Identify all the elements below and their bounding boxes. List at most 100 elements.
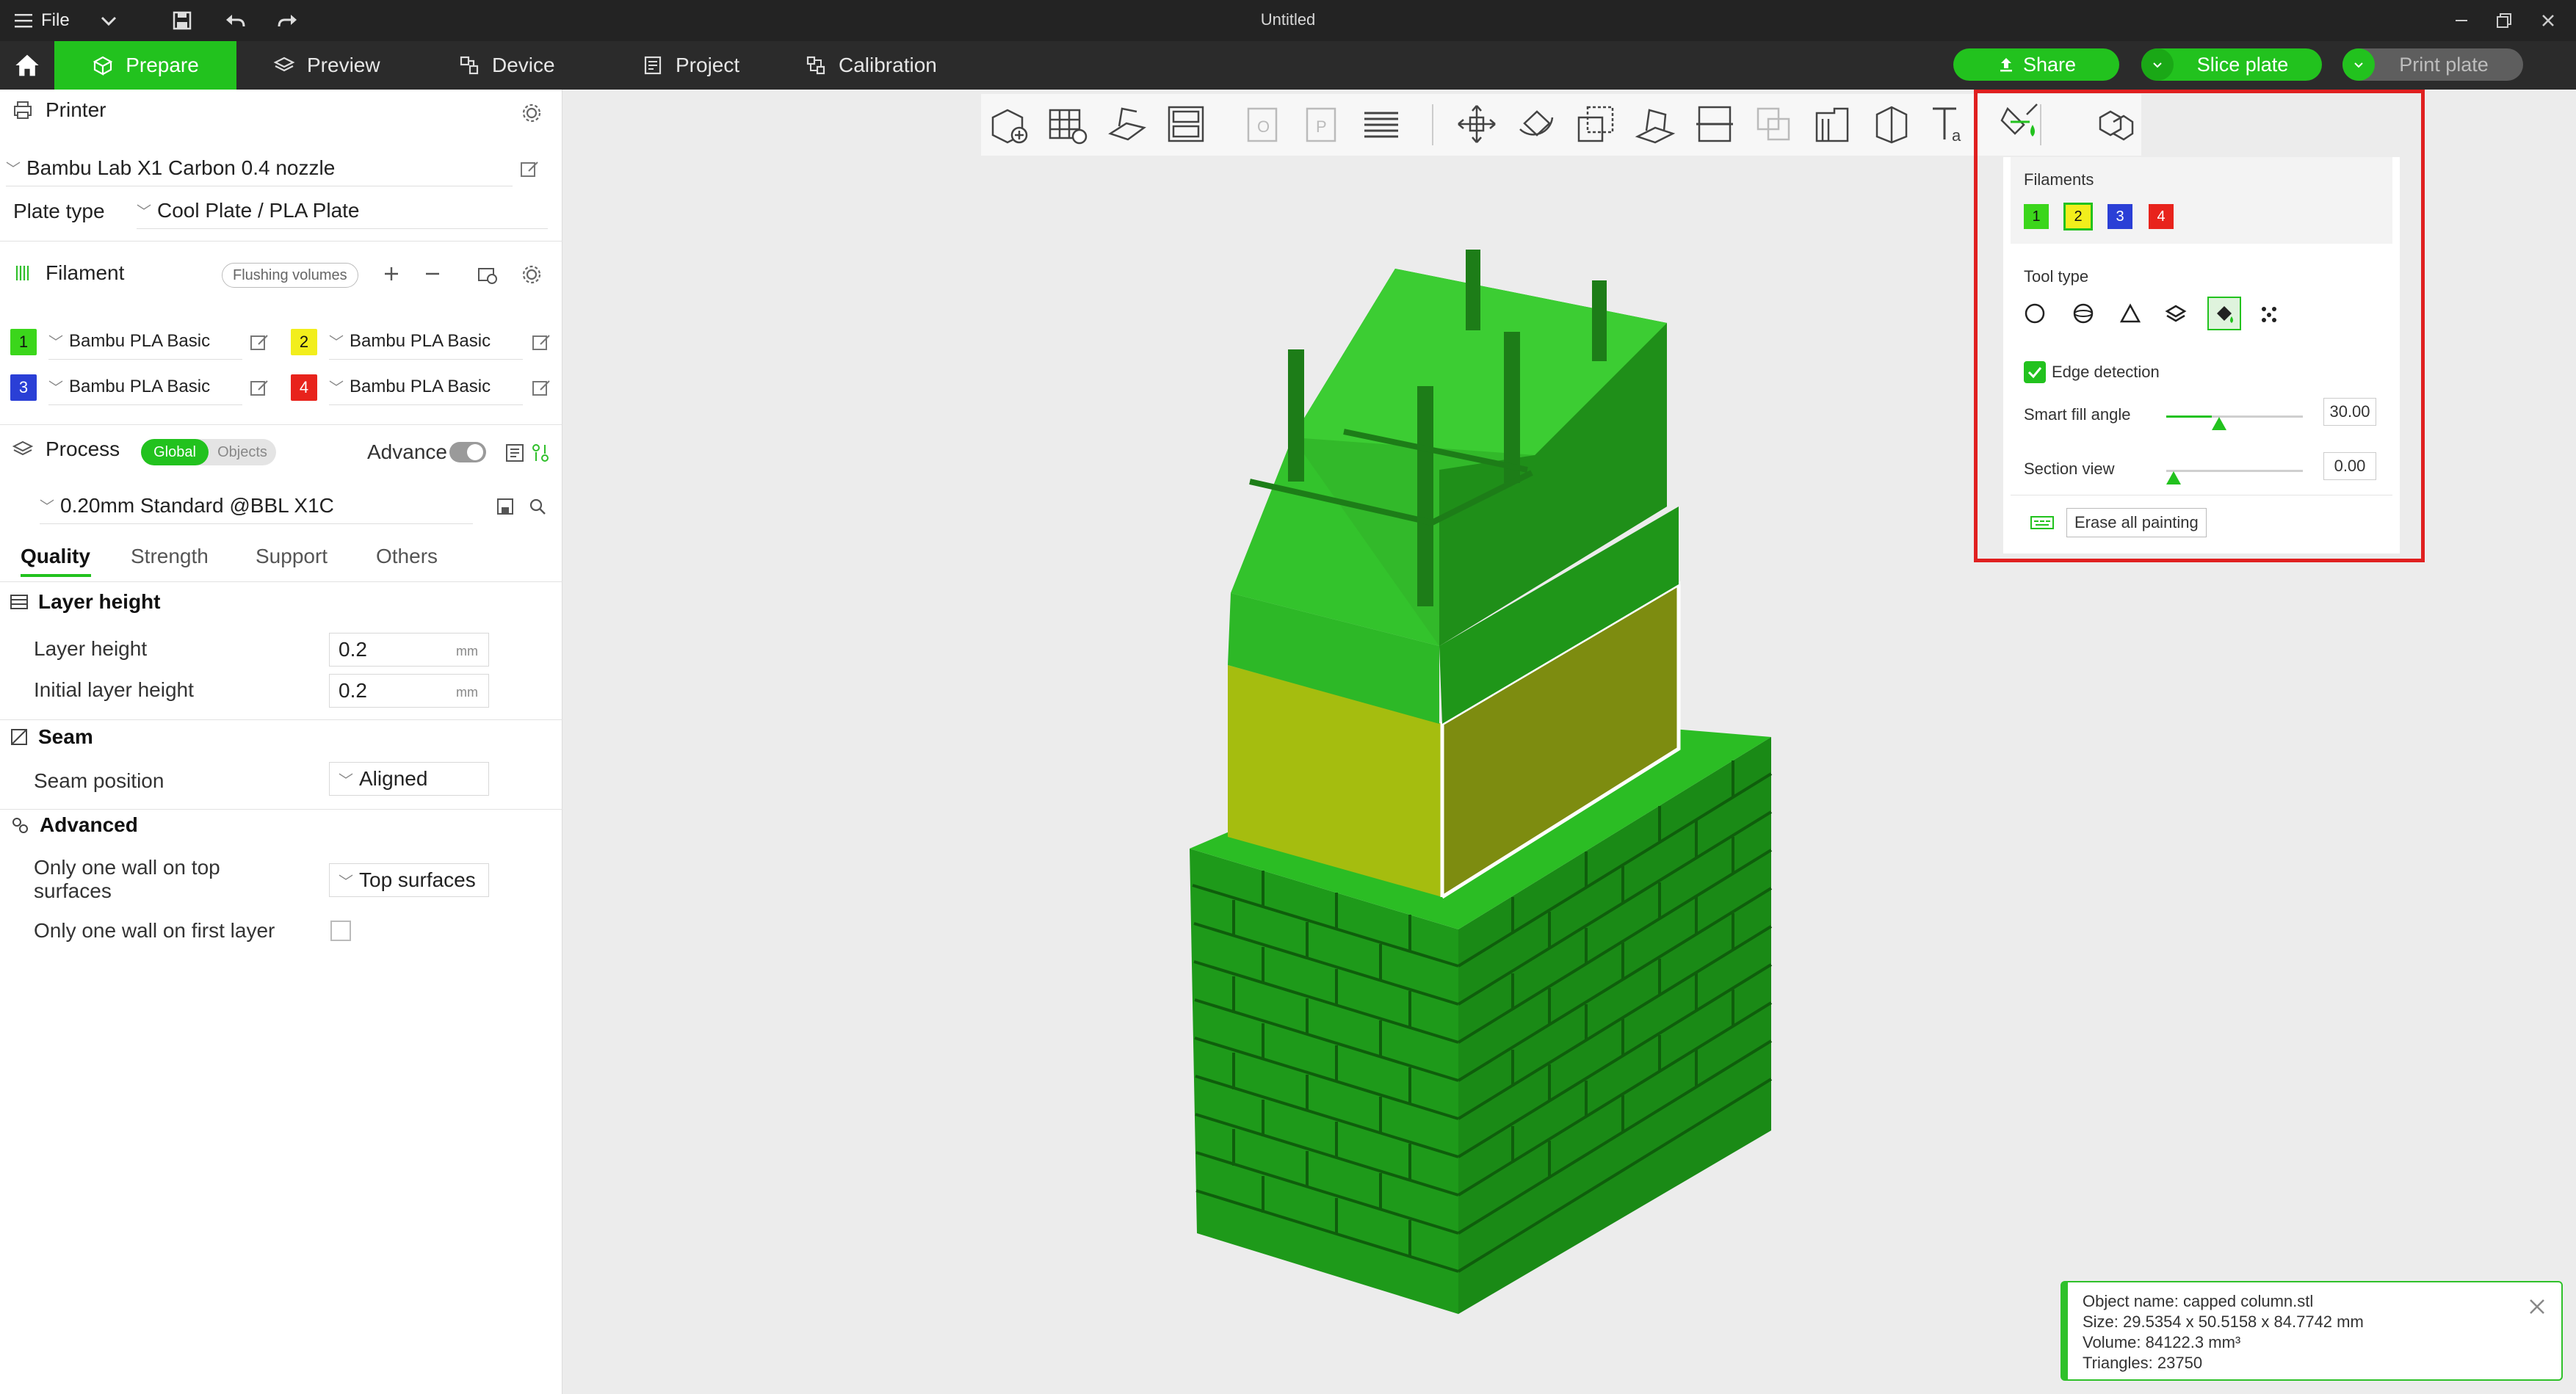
plate-type-select[interactable]: ﹀ Cool Plate / PLA Plate — [137, 192, 548, 229]
tab-strength[interactable]: Strength — [131, 545, 209, 568]
plate-type-value: Cool Plate / PLA Plate — [157, 198, 360, 222]
tab-calibration[interactable]: Calibration — [805, 41, 937, 90]
undo-icon[interactable] — [222, 7, 248, 34]
one-wall-first-checkbox[interactable] — [330, 921, 351, 941]
gear-icon[interactable] — [520, 101, 543, 125]
auto-orient-icon[interactable] — [1104, 101, 1150, 147]
advance-label: Advance — [367, 440, 447, 463]
arrange-icon[interactable] — [1163, 101, 1209, 147]
filament-section-header: Filament — [12, 261, 124, 285]
one-wall-top-label-line2: surfaces — [34, 879, 112, 902]
save-icon[interactable] — [495, 496, 515, 517]
split-parts-icon[interactable]: P — [1298, 101, 1344, 147]
file-menu-label: File — [41, 10, 70, 30]
tab-prepare[interactable]: Prepare — [54, 41, 236, 90]
edit-icon[interactable] — [530, 377, 552, 399]
print-label: Print plate — [2399, 53, 2489, 76]
filament-select-3[interactable]: ﹀ Bambu PLA Basic — [48, 369, 242, 405]
filament-section-title: Filament — [46, 261, 125, 284]
advance-toggle[interactable] — [449, 442, 486, 462]
edit-icon[interactable] — [248, 332, 270, 354]
filament-slot-4[interactable]: 4 — [291, 374, 317, 401]
tab-quality[interactable]: Quality — [21, 545, 90, 568]
slice-dropdown[interactable] — [2141, 48, 2174, 81]
edit-icon[interactable] — [518, 159, 540, 181]
file-menu-button[interactable]: File — [15, 7, 70, 34]
global-option[interactable]: Global — [141, 439, 209, 465]
print-dropdown[interactable] — [2342, 48, 2375, 81]
chevron-down-icon: ﹀ — [48, 335, 63, 351]
add-object-icon[interactable] — [985, 101, 1031, 147]
layers-editing-icon[interactable] — [1358, 101, 1404, 147]
compare-icon[interactable] — [530, 442, 551, 464]
object-volume-line: Volume: 84122.3 mm³ — [2083, 1333, 2241, 1351]
print-plate-button[interactable]: Print plate — [2342, 48, 2523, 81]
move-icon[interactable] — [1454, 101, 1499, 147]
remove-icon[interactable] — [422, 263, 444, 285]
plate-type-label: Plate type — [13, 200, 105, 222]
filament-slot-2[interactable]: 2 — [291, 329, 317, 355]
save-icon[interactable] — [169, 7, 195, 34]
initial-layer-height-input[interactable]: 0.2 mm — [329, 674, 489, 708]
chevron-down-icon — [2354, 62, 2363, 68]
chevron-down-icon: ﹀ — [329, 380, 344, 396]
tab-others[interactable]: Others — [376, 545, 438, 568]
filament-select-2[interactable]: ﹀ Bambu PLA Basic — [329, 323, 523, 360]
filament-select-4[interactable]: ﹀ Bambu PLA Basic — [329, 369, 523, 405]
share-label: Share — [2022, 53, 2077, 76]
cut-icon[interactable] — [1692, 101, 1737, 147]
active-tab-indicator — [21, 574, 91, 577]
chevron-down-icon: ﹀ — [339, 874, 353, 890]
text-tool-icon[interactable]: a — [1927, 101, 1972, 147]
add-plate-icon[interactable] — [1044, 101, 1090, 147]
gear-icon[interactable] — [520, 263, 543, 286]
toolbar-divider — [1432, 104, 1433, 145]
process-section-title: Process — [46, 438, 120, 460]
process-preset-select[interactable]: ﹀ 0.20mm Standard @BBL X1C — [40, 487, 473, 524]
objects-option[interactable]: Objects — [209, 439, 276, 465]
split-objects-icon[interactable]: O — [1240, 101, 1285, 147]
filament-slot-3[interactable]: 3 — [10, 374, 37, 401]
tab-preview[interactable]: Preview — [273, 41, 380, 90]
filament-name-1: Bambu PLA Basic — [69, 330, 211, 351]
sync-icon[interactable] — [476, 263, 499, 286]
edit-icon[interactable] — [248, 377, 270, 399]
one-wall-top-select[interactable]: ﹀ Top surfaces — [329, 863, 489, 897]
home-button[interactable] — [0, 41, 54, 90]
object-name-line: Object name: capped column.stl — [2083, 1292, 2314, 1310]
close-icon[interactable] — [2525, 1294, 2550, 1319]
rotate-icon[interactable] — [1514, 101, 1560, 147]
printer-select[interactable]: ﹀ Bambu Lab X1 Carbon 0.4 nozzle — [6, 150, 513, 186]
edit-icon[interactable] — [530, 332, 552, 354]
close-icon[interactable] — [2536, 9, 2560, 32]
add-icon[interactable] — [380, 263, 402, 285]
tab-label: Calibration — [839, 54, 937, 76]
initial-layer-height-label: Initial layer height — [34, 678, 194, 701]
scale-icon[interactable] — [1573, 101, 1618, 147]
minimize-icon[interactable] — [2450, 9, 2473, 32]
tab-device[interactable]: Device — [458, 41, 555, 90]
seam-painting-icon[interactable] — [1868, 101, 1914, 147]
filament-slot-1[interactable]: 1 — [10, 329, 37, 355]
list-view-icon[interactable] — [504, 440, 529, 465]
search-icon[interactable] — [527, 496, 548, 517]
slice-plate-button[interactable]: Slice plate — [2141, 48, 2322, 81]
object-triangles-line: Triangles: 23750 — [2083, 1354, 2203, 1372]
slice-label: Slice plate — [2196, 53, 2289, 76]
tab-project[interactable]: Project — [642, 41, 739, 90]
layer-height-input[interactable]: 0.2 mm — [329, 633, 489, 667]
lay-on-face-icon[interactable] — [1632, 101, 1677, 147]
svg-text:a: a — [1952, 126, 1961, 145]
filament-select-1[interactable]: ﹀ Bambu PLA Basic — [48, 323, 242, 360]
restore-icon[interactable] — [2492, 9, 2516, 32]
redo-icon[interactable] — [275, 7, 301, 34]
flushing-volumes-button[interactable]: Flushing volumes — [222, 263, 358, 288]
mesh-boolean-icon[interactable] — [1751, 101, 1796, 147]
chevron-down-icon[interactable] — [95, 7, 122, 34]
chevron-down-icon: ﹀ — [48, 380, 63, 396]
support-painting-icon[interactable] — [1809, 101, 1855, 147]
share-button[interactable]: Share — [1953, 48, 2119, 81]
seam-position-select[interactable]: ﹀ Aligned — [329, 762, 489, 796]
global-objects-toggle[interactable]: Global Objects — [141, 439, 276, 465]
tab-support[interactable]: Support — [256, 545, 328, 568]
